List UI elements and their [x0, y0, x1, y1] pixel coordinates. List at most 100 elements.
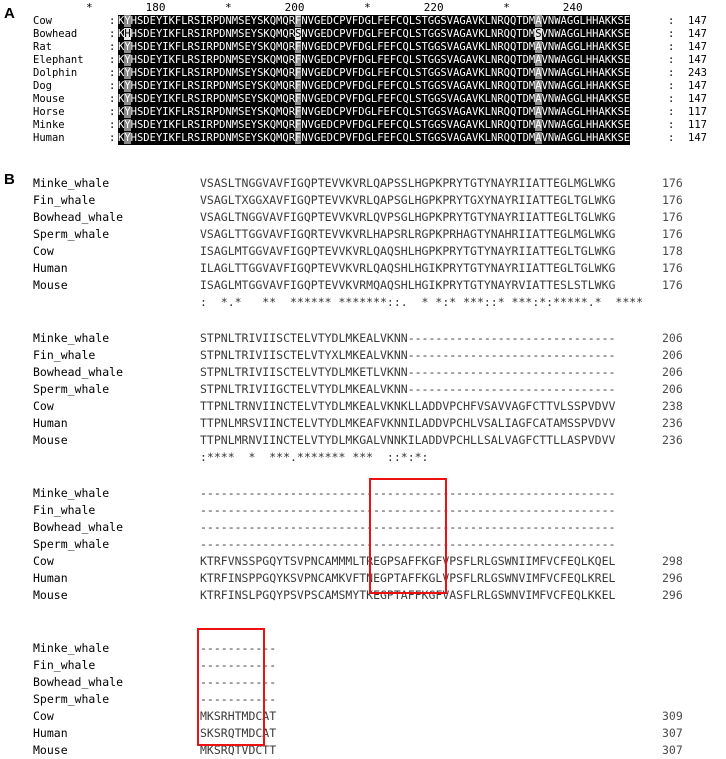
- panel-a-right-separator: :: [668, 15, 675, 27]
- panel-b-species-label: Sperm_whale: [33, 537, 110, 551]
- panel-a-residue-count: 147: [688, 93, 707, 105]
- panel-b-row: Minke_whale STPNLTRIVIISCTELVTYDLMKEALVKN…: [0, 330, 726, 347]
- panel-a-residue-count: 147: [688, 28, 707, 40]
- panel-b-species-label: Cow: [33, 399, 54, 413]
- panel-b-sequence: STPNLTRIVIISCTELVTYDLMKETLVKNN----------…: [200, 365, 616, 379]
- panel-b-sequence: SKSRQTMDCAT: [200, 726, 277, 740]
- panel-a-left-separator: :: [109, 106, 116, 118]
- panel-b-row: Fin_whale VSAGLTXGGXAVFIGQPTEVVKVRLQAPSGL…: [0, 192, 726, 209]
- panel-b-sequence: KTRFVNSSPGQYTSVPNCAMMMLTREGPSAFFKGFVPSFL…: [200, 554, 616, 568]
- panel-a-species-label: Dog: [33, 80, 52, 92]
- panel-a-sequence: KYHSDEYIKFLRSIRPDNMSEYSKQMQRFNVGEDCPVFDG…: [118, 93, 631, 106]
- panel-b-sequence: VSAGLTNGGVAVFIGQPTEVVKVRLQVPSGLHGPKPRYTG…: [200, 210, 616, 224]
- panel-b-species-label: Human: [33, 571, 68, 585]
- panel-b-residue-count: 206: [662, 382, 683, 396]
- panel-a-row: Horse: KYHSDEYIKFLRSIRPDNMSEYSKQMQRFNVGED…: [0, 106, 726, 119]
- panel-b-residue-count: 309: [662, 709, 683, 723]
- panel-b-sequence: ----------------------------------------…: [200, 520, 616, 534]
- panel-b-sequence: ----------------------------------------…: [200, 537, 616, 551]
- panel-a-residue-count: 117: [688, 106, 707, 118]
- panel-b-species-label: Cow: [33, 709, 54, 723]
- panel-a-left-separator: :: [109, 41, 116, 53]
- panel-a-residue-count: 147: [688, 15, 707, 27]
- panel-b-consensus-line: :**** * ***.******* *** ::*:*:: [0, 449, 726, 466]
- panel-a-row: Minke: KYHSDEYIKFLRSIRPDNMSEYSKQMQRFNVGED…: [0, 119, 726, 132]
- panel-a-species-label: Rat: [33, 41, 52, 53]
- panel-a-species-label: Horse: [33, 106, 65, 118]
- panel-b-species-label: Fin_whale: [33, 193, 96, 207]
- panel-a-left-separator: :: [109, 15, 116, 27]
- panel-a-right-separator: :: [668, 54, 675, 66]
- panel-b-species-label: Mouse: [33, 278, 68, 292]
- panel-b-sequence: KTRFINSLPGQYPSVPSCAMSMYTKEGPTAFFKGFVASFL…: [200, 588, 616, 602]
- panel-b-block: Minke_whale VSASLTNGGVAVFIGQPTEVVKVRLQAPS…: [0, 175, 726, 311]
- panel-a-left-separator: :: [109, 28, 116, 40]
- panel-a-residue-count: 243: [688, 67, 707, 79]
- panel-b-row: Human SKSRQTMDCAT 307: [0, 725, 726, 742]
- panel-b-residue-count: 296: [662, 571, 683, 585]
- panel-b-sequence: STPNLTRIVIISCTELVTYXLMKEALVKNN----------…: [200, 348, 616, 362]
- panel-b-row: Fin_whale STPNLTRIVIISCTELVTYXLMKEALVKNN-…: [0, 347, 726, 364]
- panel-a-species-label: Mouse: [33, 93, 65, 105]
- panel-b-species-label: Mouse: [33, 433, 68, 447]
- panel-b-residue-count: 296: [662, 588, 683, 602]
- panel-b-sequence: MKSRHTMDCAT: [200, 709, 277, 723]
- panel-b-row: Sperm_whale -----------: [0, 691, 726, 708]
- panel-a-right-separator: :: [668, 93, 675, 105]
- panel-b-row: Bowhead_whale STPNLTRIVIISCTELVTYDLMKETLV…: [0, 364, 726, 381]
- panel-b-residue-count: 176: [662, 278, 683, 292]
- panel-b-row: Mouse KTRFINSLPGQYPSVPSCAMSMYTKEGPTAFFKGF…: [0, 587, 726, 604]
- panel-a-row: Human: KYHSDEYIKFLRSIRPDNMSEYSKQMQRFNVGED…: [0, 132, 726, 145]
- panel-b-block: Minke_whale ----------- Fin_whale ---------…: [0, 640, 726, 759]
- panel-b-consensus-symbols: : *.* ** ****** *******::. * *:* ***::* …: [200, 295, 644, 309]
- panel-b-species-label: Minke_whale: [33, 486, 110, 500]
- panel-a-sequence: KYHSDEYIKFLRSIRPDNMSEYSKQMQRFNVGEDCPVFDG…: [118, 106, 631, 119]
- panel-b-row: Human ILAGLTTGGVAVFIGQPTEVVKVRLQAQSHLHGIK…: [0, 260, 726, 277]
- panel-a-left-separator: :: [109, 67, 116, 79]
- panel-b-row: Sperm_whale STPNLTRIVIIGCTELVTYDLMKEALVKN…: [0, 381, 726, 398]
- panel-b-species-label: Mouse: [33, 588, 68, 602]
- panel-a-row: Cow: KYHSDEYIKFLRSIRPDNMSEYSKQMQRFNVGEDCP…: [0, 15, 726, 28]
- panel-a-sequence: KYHSDEYIKFLRSIRPDNMSEYSKQMQRFNVGEDCPVFDG…: [118, 67, 631, 80]
- panel-a-residue-count: 147: [688, 41, 707, 53]
- panel-b-block: Minke_whale -----------------------------…: [0, 485, 726, 604]
- panel-b-residue-count: 178: [662, 244, 683, 258]
- panel-b-row: Cow ISAGLMTGGVAVFIGQPTEVVKVRLQAQSHLHGPKPR…: [0, 243, 726, 260]
- panel-b-residue-count: 176: [662, 210, 683, 224]
- panel-b-sequence: ISAGLMTGGVAVFIGQPTEVVKVRLQAQSHLHGPKPRYTG…: [200, 244, 616, 258]
- panel-a-sequence: KYHSDEYIKFLRSIRPDNMSEYSKQMQRFNVGEDCPVFDG…: [118, 119, 631, 132]
- panel-b-row: Human KTRFINSPPGQYKSVPNCAMKVFTNEGPTAFFKGL…: [0, 570, 726, 587]
- panel-b-species-label: Fin_whale: [33, 658, 96, 672]
- panel-b-sequence: TTPNLTRNVIINCTELVTYDLMKEALVKNKLLADDVPCHF…: [200, 399, 616, 413]
- panel-b-species-label: Minke_whale: [33, 331, 110, 345]
- panel-b-consensus-symbols: :**** * ***.******* *** ::*:*:: [200, 450, 429, 464]
- panel-b-row: Cow TTPNLTRNVIINCTELVTYDLMKEALVKNKLLADDVP…: [0, 398, 726, 415]
- panel-b-residue-count: 236: [662, 416, 683, 430]
- panel-a-right-separator: :: [668, 41, 675, 53]
- panel-b-residue-count: 206: [662, 331, 683, 345]
- panel-a-residue-count: 147: [688, 54, 707, 66]
- panel-b-residue-count: 236: [662, 433, 683, 447]
- panel-b-species-label: Sperm_whale: [33, 227, 110, 241]
- panel-b-species-label: Human: [33, 726, 68, 740]
- panel-a-left-separator: :: [109, 80, 116, 92]
- panel-b-species-label: Cow: [33, 244, 54, 258]
- panel-a-right-separator: :: [668, 67, 675, 79]
- panel-b-species-label: Minke_whale: [33, 641, 110, 655]
- panel-b-residue-count: 176: [662, 193, 683, 207]
- panel-a-species-label: Cow: [33, 15, 52, 27]
- panel-b-row: Cow MKSRHTMDCAT 309: [0, 708, 726, 725]
- panel-a-residue-count: 117: [688, 119, 707, 131]
- panel-b-row: Fin_whale -----------: [0, 657, 726, 674]
- panel-b-row: Minke_whale VSASLTNGGVAVFIGQPTEVVKVRLQAPS…: [0, 175, 726, 192]
- panel-b-sequence: -----------: [200, 675, 277, 689]
- panel-b-species-label: Human: [33, 261, 68, 275]
- panel-b-sequence: VSAGLTTGGVAVFIGQRTEVVKVRLHAPSRLRGPKPRHAG…: [200, 227, 616, 241]
- panel-b-sequence: ISAGLMTGGVAVFIGQPTEVVKVRMQAQSHLHGIKPRYTG…: [200, 278, 616, 292]
- panel-b-species-label: Cow: [33, 554, 54, 568]
- panel-b-sequence: TTPNLMRSVIINCTELVTYDLMKEAFVKNNILADDVPCHL…: [200, 416, 616, 430]
- panel-b-residue-count: 206: [662, 365, 683, 379]
- panel-b-row: Mouse TTPNLMRNVIINCTELVTYDLMKGALVNNKILADD…: [0, 432, 726, 449]
- panel-b-row: Fin_whale -------------------------------…: [0, 502, 726, 519]
- panel-a-right-separator: :: [668, 106, 675, 118]
